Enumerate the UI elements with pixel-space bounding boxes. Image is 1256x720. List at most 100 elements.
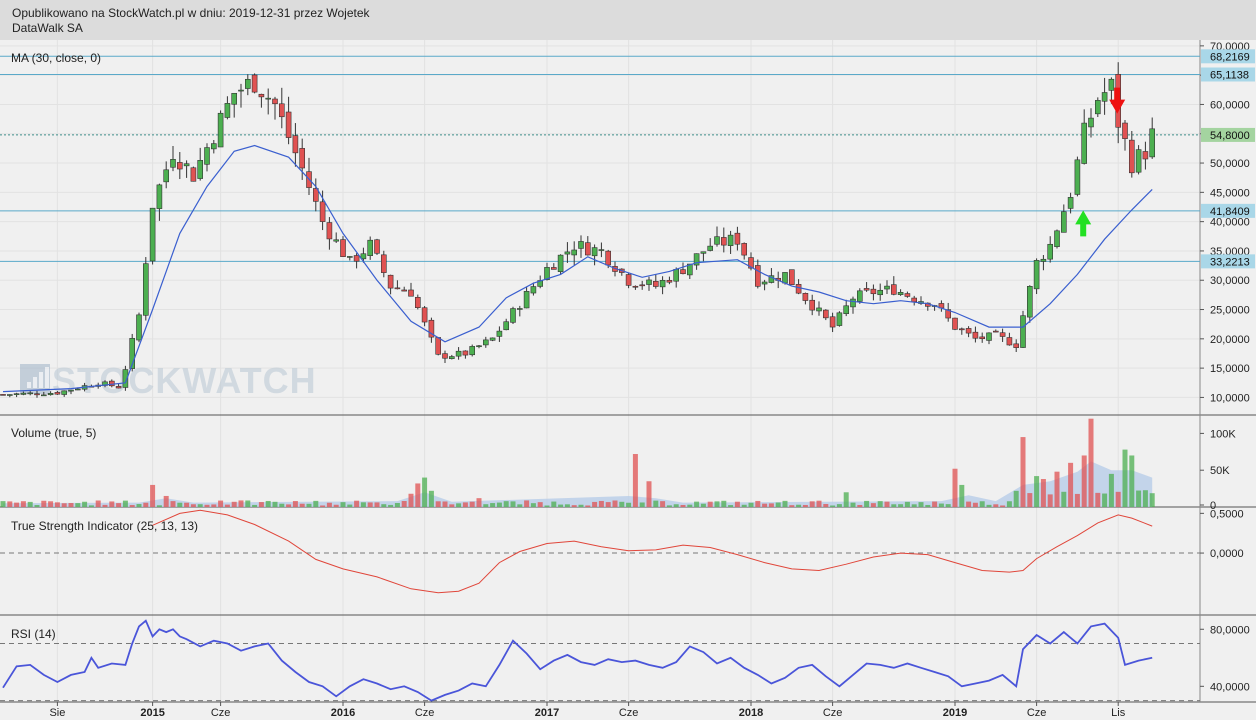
candle [204,147,210,165]
candle [700,251,707,254]
candle [952,317,958,330]
volume-bar [911,504,917,507]
candle [469,346,476,356]
level-price-label: 41,8409 [1210,206,1250,218]
volume-bar [530,503,536,507]
candle [1027,286,1033,318]
candle [143,263,149,316]
candle [999,332,1006,337]
candle [455,350,462,357]
volume-bar [734,501,740,507]
volume-bar [163,495,169,507]
candle [965,328,972,334]
volume-bar [925,504,931,507]
x-tick-label: 2019 [943,707,967,719]
volume-bar [687,504,693,507]
candle [809,299,816,311]
volume-bar [61,503,67,507]
volume-bar [211,504,217,507]
price-tick-label: 45,0000 [1210,187,1250,199]
candle [707,245,714,251]
volume-bar [116,503,122,507]
volume-bar [129,505,135,507]
level-price-label: 33,2213 [1210,256,1250,268]
volume-bar [347,504,353,507]
candle [408,289,414,297]
volume-bar [1000,505,1006,507]
volume-bar [360,502,366,507]
volume-bar [1081,455,1087,507]
volume-bar [496,502,502,507]
candle [741,243,748,256]
candle [238,89,244,92]
volume-bar [1047,494,1053,507]
volume-bar [150,484,156,507]
volume-bar [54,502,60,507]
candle [170,159,176,168]
candle [1108,78,1115,91]
volume-bar [1108,473,1114,507]
candle [714,236,720,245]
price-tick-label: 40,0000 [1210,217,1250,229]
candle [734,232,741,245]
volume-bar [0,501,6,507]
candle [190,167,197,182]
candle [40,394,47,397]
volume-bar [707,501,713,507]
candle [299,148,306,169]
chart-canvas[interactable]: STOCKWATCH70,000065,000060,000055,000050… [0,0,1256,720]
volume-bar [809,501,815,507]
candle [571,249,578,256]
volume-bar [653,500,659,507]
volume-bar [571,505,577,507]
volume-bar [796,504,802,507]
volume-bar [1149,493,1155,507]
volume-bar [20,501,26,507]
x-tick-label: Cze [211,707,231,719]
candle [986,332,992,341]
candle [1101,92,1108,102]
candle [754,265,761,287]
candle [632,285,639,288]
volume-bar [95,500,101,507]
candle [598,249,605,251]
volume-bar [456,503,462,507]
candle [782,272,788,284]
candle [816,307,822,312]
candle [591,247,598,257]
candle [557,254,564,272]
volume-bar [109,501,115,507]
candle [211,143,217,150]
volume-bar [850,502,856,507]
volume-bar [462,502,468,507]
volume-bar [1061,491,1067,507]
x-axis: Sie 2015 Cze 2016 Cze 2017 Cze 2018 Cze 2019 Cze Li… [49,702,1126,719]
price-tick-label: 20,0000 [1210,334,1250,346]
candle [788,269,795,285]
volume-bar [700,503,706,507]
volume-bar [1068,462,1074,507]
volume-bar [156,505,162,507]
candle [992,330,999,333]
volume-bar [1088,418,1094,507]
candle [870,288,877,295]
volume-bar [938,503,944,507]
candle [829,316,836,328]
volume-bar [768,503,774,507]
candle [245,78,251,89]
candle [584,242,591,256]
candle [836,312,843,326]
volume-bar [904,501,910,507]
candle [646,279,652,285]
volume-bar [306,503,312,507]
candle [442,353,448,359]
candle [149,207,156,262]
volume-bar [428,490,434,507]
x-tick-label: Cze [1027,707,1047,719]
volume-bar [612,500,618,507]
volume-bar [857,504,863,507]
candle [401,289,408,292]
candle [0,394,6,396]
volume-bar [449,504,455,507]
volume-bar [639,502,645,507]
